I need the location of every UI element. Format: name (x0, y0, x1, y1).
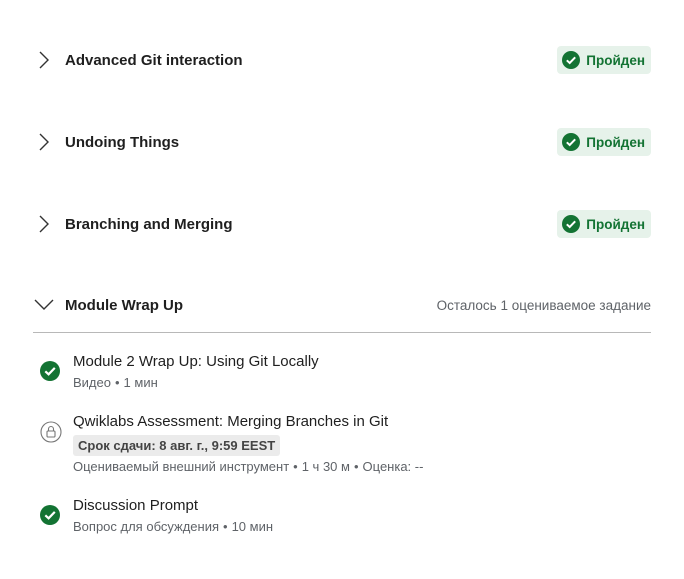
item-duration: 1 ч 30 м (301, 459, 350, 474)
item-title[interactable]: Module 2 Wrap Up: Using Git Locally (73, 352, 319, 372)
item-duration: 1 мин (123, 375, 158, 390)
status-badge: Пройден (557, 46, 651, 74)
check-circle-icon (40, 505, 62, 527)
item-meta: Видео • 1 мин (73, 375, 158, 390)
status-badge: Пройден (557, 128, 651, 156)
section-row-undoing-things[interactable]: Undoing Things Пройден (33, 127, 651, 157)
lock-icon (40, 421, 62, 443)
section-row-module-wrap-up[interactable]: Module Wrap Up Осталось 1 оцениваемое за… (33, 290, 651, 320)
status-label: Пройден (586, 216, 645, 232)
item-meta: Вопрос для обсуждения • 10 мин (73, 519, 274, 534)
chevron-right-icon[interactable] (33, 213, 55, 235)
check-circle-icon (562, 51, 581, 69)
item-type: Видео (73, 375, 111, 390)
due-date-badge: Срок сдачи: 8 авг. г., 9:59 EEST (73, 435, 281, 456)
item-type: Оцениваемый внешний инструмент (73, 459, 290, 474)
chevron-right-icon[interactable] (33, 131, 55, 153)
list-item[interactable]: Discussion Prompt Вопрос для обсуждения •… (40, 496, 650, 536)
section-title[interactable]: Undoing Things (65, 134, 557, 151)
list-item[interactable]: Qwiklabs Assessment: Merging Branches in… (40, 412, 650, 478)
list-item[interactable]: Module 2 Wrap Up: Using Git Locally Виде… (40, 352, 650, 392)
divider (33, 332, 651, 333)
section-title[interactable]: Module Wrap Up (65, 297, 437, 314)
status-badge: Пройден (557, 210, 651, 238)
check-circle-icon (562, 133, 581, 151)
item-title[interactable]: Qwiklabs Assessment: Merging Branches in… (73, 412, 423, 432)
check-circle-icon (40, 361, 62, 383)
chevron-right-icon[interactable] (33, 49, 55, 71)
section-row-branching-merging[interactable]: Branching and Merging Пройден (33, 209, 651, 239)
item-title[interactable]: Discussion Prompt (73, 496, 273, 516)
remaining-assignments: Осталось 1 оцениваемое задание (436, 297, 651, 313)
section-row-advanced-git[interactable]: Advanced Git interaction Пройден (33, 45, 651, 75)
section-title[interactable]: Advanced Git interaction (65, 52, 557, 69)
item-duration: 10 мин (231, 519, 274, 534)
item-grade: Оценка: -- (362, 459, 424, 474)
item-meta: Оцениваемый внешний инструмент • 1 ч 30 м •… (73, 459, 424, 474)
status-label: Пройден (586, 52, 645, 68)
chevron-down-icon[interactable] (33, 294, 55, 316)
section-title[interactable]: Branching and Merging (65, 216, 557, 233)
item-type: Вопрос для обсуждения (73, 519, 220, 534)
check-circle-icon (562, 215, 581, 233)
status-label: Пройден (586, 134, 645, 150)
